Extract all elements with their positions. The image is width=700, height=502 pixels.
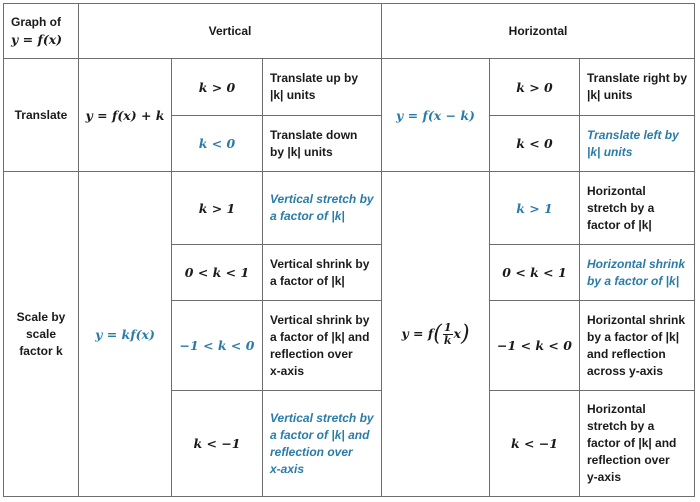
desc-line: x-axis	[270, 461, 305, 476]
desc-line: Vertical stretch by	[270, 410, 374, 425]
vertical-scale-formula: y = kf(x)	[78, 171, 172, 497]
transformations-table: Graph of y = f(x) Vertical Horizontal Tr…	[3, 3, 695, 497]
desc-line: |k| units	[587, 88, 633, 102]
horizontal-translate-condition-1: k < 0	[489, 115, 580, 172]
desc-line: reflection over	[270, 444, 353, 459]
desc-line: reflection over	[270, 346, 353, 361]
fraction-denominator: k	[443, 333, 452, 347]
desc-line: and reflection	[587, 346, 666, 361]
vertical-scale-condition-0: k > 1	[171, 171, 263, 245]
desc-line: Horizontal	[587, 183, 646, 198]
vertical-scale-condition-3: k < −1	[171, 390, 263, 497]
horizontal-scale-desc-2: Horizontal shrink by a factor of |k| and r…	[579, 300, 695, 391]
desc-line: Vertical stretch by	[270, 192, 374, 206]
horizontal-header: Horizontal	[381, 3, 695, 59]
horizontal-scale-desc-3: Horizontal stretch by a factor of |k| and r…	[579, 390, 695, 497]
horizontal-scale-desc-0: Horizontal stretch by a factor of |k|	[579, 171, 695, 245]
horizontal-translate-desc-0: Translate right by |k| units	[579, 58, 695, 116]
close-paren: )	[460, 321, 470, 346]
desc-line: by |k| units	[270, 144, 333, 159]
vertical-header: Vertical	[78, 3, 382, 59]
scale-label-line: scale	[25, 326, 56, 341]
horizontal-scale-condition-0: k > 1	[489, 171, 580, 245]
desc-line: x-axis	[270, 363, 305, 378]
corner-header-line2: y = f(x)	[11, 32, 63, 47]
fraction: 1k	[442, 320, 453, 347]
desc-line: a factor of |k| and	[270, 427, 370, 442]
horizontal-translate-desc-1: Translate left by |k| units	[579, 115, 695, 172]
vertical-scale-condition-1: 0 < k < 1	[171, 244, 263, 301]
vertical-scale-desc-3: Vertical stretch by a factor of |k| and re…	[262, 390, 382, 497]
corner-header-line1: Graph of	[11, 15, 61, 29]
desc-line: |k| units	[270, 88, 316, 102]
vertical-scale-desc-0: Vertical stretch by a factor of |k|	[262, 171, 382, 245]
desc-line: by a factor of |k|	[587, 329, 680, 344]
vertical-scale-desc-1: Vertical shrink by a factor of |k|	[262, 244, 382, 301]
desc-line: stretch by a	[587, 419, 655, 433]
horizontal-translate-formula: y = f(x − k)	[381, 58, 490, 172]
desc-line: Translate up by	[270, 71, 359, 85]
horizontal-scale-formula: y = f(1 k x)	[381, 171, 490, 497]
desc-line: y-axis	[587, 470, 622, 484]
desc-line: Horizontal	[587, 402, 646, 416]
vertical-translate-desc-0: Translate up by |k| units	[262, 58, 382, 116]
desc-line: Translate down	[270, 127, 358, 142]
scale-label-line: factor k	[19, 343, 63, 358]
desc-line: Horizontal shrink	[587, 256, 686, 271]
vertical-scale-condition-2: −1 < k < 0	[171, 300, 263, 391]
vertical-scale-desc-2: Vertical shrink by a factor of |k| and ref…	[262, 300, 382, 391]
desc-line: |k| units	[587, 144, 633, 159]
desc-line: Translate left by	[587, 127, 679, 142]
vertical-translate-formula: y = f(x) + k	[78, 58, 172, 172]
vertical-translate-condition-1: k < 0	[171, 115, 263, 172]
horizontal-scale-condition-3: k < −1	[489, 390, 580, 497]
formula-variable: x	[453, 325, 461, 341]
desc-line: stretch by a	[587, 200, 655, 215]
desc-line: Horizontal shrink	[587, 312, 686, 327]
horizontal-scale-condition-2: −1 < k < 0	[489, 300, 580, 391]
desc-line: by a factor of |k|	[587, 273, 680, 288]
desc-line: reflection over	[587, 453, 670, 467]
vertical-translate-desc-1: Translate down by |k| units	[262, 115, 382, 172]
desc-line: Translate right by	[587, 71, 688, 85]
fraction-numerator: 1	[442, 320, 453, 335]
translate-label: Translate	[3, 58, 79, 172]
open-paren: (	[433, 321, 442, 346]
desc-line: factor of |k| and	[587, 436, 677, 450]
desc-line: a factor of |k| and	[270, 329, 370, 344]
horizontal-scale-condition-1: 0 < k < 1	[489, 244, 580, 301]
desc-line: Vertical shrink by	[270, 256, 370, 271]
horizontal-translate-condition-0: k > 0	[489, 58, 580, 116]
vertical-translate-condition-0: k > 0	[171, 58, 263, 116]
scale-label: Scale by scale factor k	[3, 171, 79, 497]
desc-line: factor of |k|	[587, 217, 652, 232]
formula-prefix: y = f	[401, 325, 434, 341]
scale-label-line: Scale by	[16, 309, 66, 324]
desc-line: across y-axis	[587, 363, 664, 378]
desc-line: a factor of |k|	[270, 273, 345, 288]
corner-header: Graph of y = f(x)	[3, 3, 79, 59]
desc-line: Vertical shrink by	[270, 312, 370, 327]
horizontal-scale-desc-1: Horizontal shrink by a factor of |k|	[579, 244, 695, 301]
desc-line: a factor of |k|	[270, 209, 345, 223]
